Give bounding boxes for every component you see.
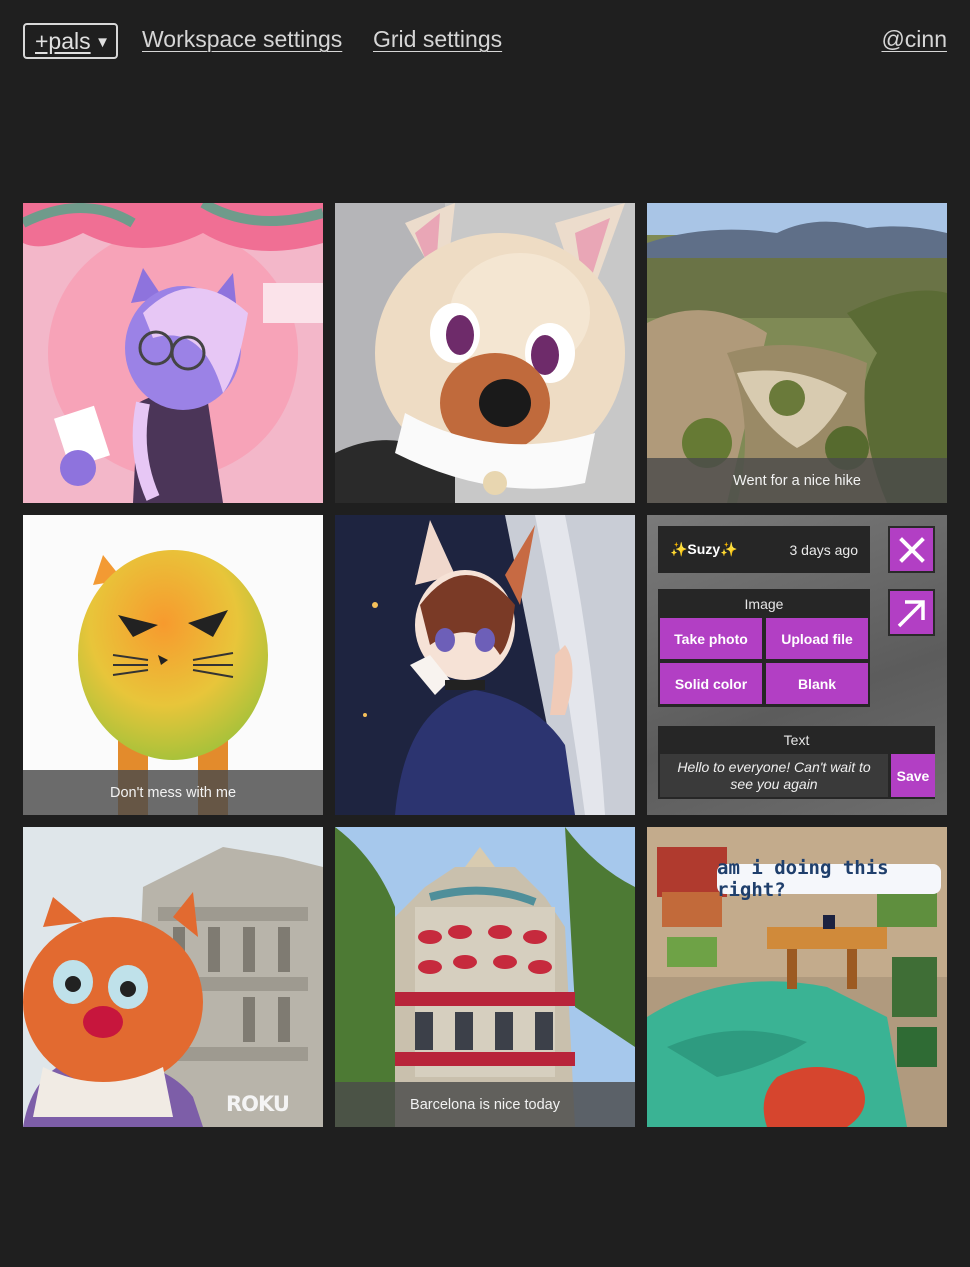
grid-settings-link[interactable]: Grid settings (373, 26, 502, 53)
open-in-new-button[interactable] (888, 589, 935, 636)
tile-image (335, 515, 635, 815)
workspace-select-label: +pals (35, 27, 91, 54)
tile-image (335, 203, 635, 503)
chevron-down-icon: ▼ (95, 34, 110, 51)
workspace-settings-link[interactable]: Workspace settings (142, 26, 342, 53)
post-author: ✨Suzy✨ (670, 541, 738, 557)
grid-tile[interactable]: Don't mess with me (23, 515, 323, 815)
grid-tile[interactable] (23, 203, 323, 503)
tile-caption: Went for a nice hike (647, 458, 947, 503)
arrow-up-right-icon (897, 599, 925, 627)
text-panel: Text Hello to everyone! Can't wait to se… (658, 726, 935, 799)
close-icon (898, 536, 925, 563)
grid-tile[interactable]: am i doing this right? (647, 827, 947, 1127)
text-panel-title: Text (783, 732, 810, 748)
solid-color-button[interactable]: Solid color (660, 663, 762, 704)
blank-button[interactable]: Blank (766, 663, 868, 704)
top-nav: +pals ▼ Workspace settings Grid settings… (0, 0, 970, 84)
grid-tile[interactable]: Went for a nice hike (647, 203, 947, 503)
post-text-input[interactable]: Hello to everyone! Can't wait to see you… (660, 754, 888, 797)
grid-tile[interactable]: ROKU (23, 827, 323, 1127)
tile-caption: Barcelona is nice today (335, 1082, 635, 1127)
image-panel: Image Take photo Upload file Solid color… (658, 589, 870, 707)
watermark-text: ROKU (226, 1092, 290, 1116)
save-button[interactable]: Save (891, 754, 935, 797)
post-editor-tile: ✨Suzy✨ 3 days ago Image Take photo Uploa… (647, 515, 947, 815)
close-button[interactable] (888, 526, 935, 573)
take-photo-button[interactable]: Take photo (660, 618, 762, 659)
grid-tile[interactable] (335, 515, 635, 815)
post-header: ✨Suzy✨ 3 days ago (658, 526, 870, 573)
tile-caption: Don't mess with me (23, 770, 323, 815)
user-profile-link[interactable]: @cinn (881, 26, 947, 53)
speech-bubble: am i doing this right? (717, 857, 941, 901)
tile-image (23, 203, 323, 503)
grid-tile[interactable] (335, 203, 635, 503)
post-timestamp: 3 days ago (789, 541, 859, 558)
image-panel-title: Image (744, 596, 784, 612)
tile-image (23, 827, 323, 1127)
workspace-select[interactable]: +pals ▼ (23, 23, 118, 59)
upload-file-button[interactable]: Upload file (766, 618, 868, 659)
grid-tile[interactable]: Barcelona is nice today (335, 827, 635, 1127)
